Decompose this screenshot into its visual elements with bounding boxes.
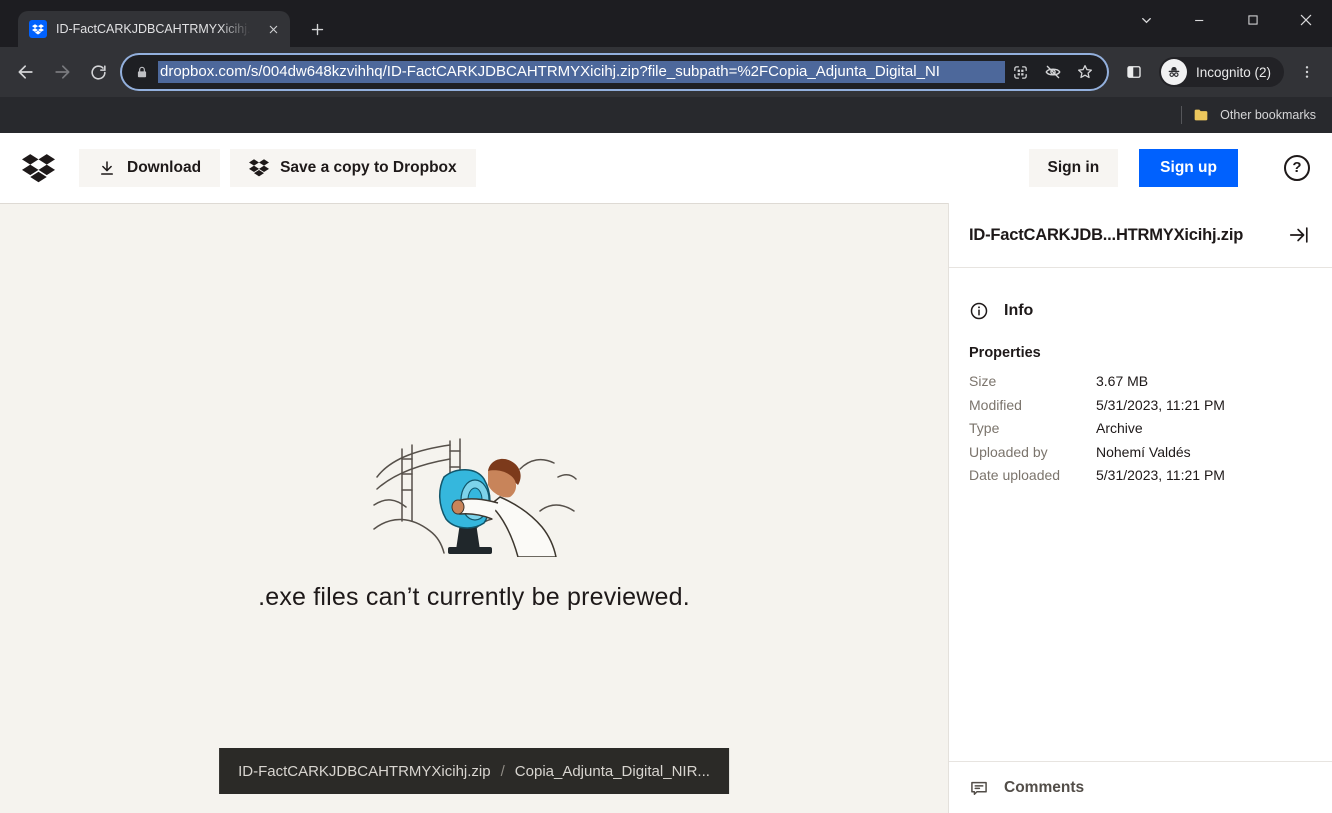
- property-row-modified: Modified 5/31/2023, 11:21 PM: [969, 394, 1312, 418]
- qr-code-icon[interactable]: [1005, 57, 1037, 87]
- new-tab-button[interactable]: [302, 14, 332, 44]
- dropbox-glyph-icon: [249, 159, 269, 177]
- property-row-type: Type Archive: [969, 417, 1312, 441]
- help-button[interactable]: ?: [1284, 155, 1310, 181]
- eye-off-icon[interactable]: [1037, 57, 1069, 87]
- info-heading: Info: [969, 301, 1312, 321]
- bookmarks-bar: Other bookmarks: [0, 97, 1332, 133]
- preview-illustration: [372, 419, 577, 557]
- reload-button[interactable]: [80, 54, 116, 90]
- file-preview-pane: .exe files can’t currently be previewed.…: [0, 203, 948, 813]
- window-controls: [1120, 0, 1332, 40]
- breadcrumb-file[interactable]: ID-FactCARKJDBCAHTRMYXicihj.zip: [238, 763, 491, 780]
- comments-label: Comments: [1004, 779, 1084, 797]
- browser-toolbar: dropbox.com/s/004dw648kzvihhq/ID-FactCAR…: [0, 47, 1332, 97]
- breadcrumb: ID-FactCARKJDBCAHTRMYXicihj.zip / Copia_…: [219, 748, 729, 794]
- comments-section[interactable]: Comments: [949, 761, 1332, 813]
- incognito-icon: [1161, 59, 1187, 85]
- info-section: Info Properties Size 3.67 MB Modified 5/…: [949, 268, 1332, 761]
- property-row-size: Size 3.67 MB: [969, 370, 1312, 394]
- property-row-uploaded-by: Uploaded by Nohemí Valdés: [969, 441, 1312, 465]
- properties-title: Properties: [969, 345, 1312, 361]
- property-row-date-uploaded: Date uploaded 5/31/2023, 11:21 PM: [969, 464, 1312, 488]
- lock-icon: [135, 65, 149, 79]
- main-content: .exe files can’t currently be previewed.…: [0, 203, 1332, 813]
- other-bookmarks-label[interactable]: Other bookmarks: [1220, 108, 1316, 122]
- tab-close-icon[interactable]: [264, 20, 282, 38]
- browser-tab[interactable]: ID-FactCARKJDBCAHTRMYXicihj.zip: [18, 11, 290, 47]
- sidebar-file-name: ID-FactCARKJDB...HTRMYXicihj.zip: [969, 226, 1243, 245]
- dropbox-favicon-icon: [29, 20, 47, 38]
- save-copy-button[interactable]: Save a copy to Dropbox: [230, 149, 476, 187]
- tab-strip: ID-FactCARKJDBCAHTRMYXicihj.zip: [0, 0, 1332, 47]
- url-text[interactable]: dropbox.com/s/004dw648kzvihhq/ID-FactCAR…: [158, 61, 1005, 83]
- browser-menu-icon[interactable]: [1290, 55, 1324, 89]
- download-button[interactable]: Download: [79, 149, 220, 187]
- browser-window: ID-FactCARKJDBCAHTRMYXicihj.zip: [0, 0, 1332, 813]
- back-button[interactable]: [8, 54, 44, 90]
- forward-button[interactable]: [44, 54, 80, 90]
- side-panel-icon[interactable]: [1115, 54, 1153, 90]
- incognito-badge[interactable]: Incognito (2): [1159, 57, 1284, 87]
- breadcrumb-subpath[interactable]: Copia_Adjunta_Digital_NIR...: [515, 763, 710, 780]
- sidebar-file-header: ID-FactCARKJDB...HTRMYXicihj.zip: [949, 203, 1332, 268]
- bookmarks-divider: [1181, 106, 1182, 124]
- breadcrumb-separator: /: [501, 763, 505, 780]
- comments-icon: [969, 778, 989, 798]
- maximize-button[interactable]: [1226, 0, 1279, 40]
- close-window-button[interactable]: [1279, 0, 1332, 40]
- dropbox-header: Download Save a copy to Dropbox Sign in …: [0, 133, 1332, 203]
- preview-message: .exe files can’t currently be previewed.: [258, 583, 690, 612]
- bookmark-star-icon[interactable]: [1069, 57, 1101, 87]
- info-sidebar: ID-FactCARKJDB...HTRMYXicihj.zip Info Pr…: [948, 203, 1332, 813]
- info-title: Info: [1004, 302, 1033, 320]
- sign-in-button[interactable]: Sign in: [1029, 149, 1119, 187]
- collapse-panel-icon[interactable]: [1286, 222, 1312, 248]
- tab-search-chevron-icon[interactable]: [1120, 0, 1173, 40]
- url-bar[interactable]: dropbox.com/s/004dw648kzvihhq/ID-FactCAR…: [122, 55, 1107, 89]
- sign-up-button[interactable]: Sign up: [1139, 149, 1238, 187]
- folder-icon: [1193, 107, 1209, 123]
- dropbox-logo-icon[interactable]: [22, 154, 55, 183]
- download-icon: [98, 159, 116, 177]
- info-icon: [969, 301, 989, 321]
- minimize-button[interactable]: [1173, 0, 1226, 40]
- tab-title: ID-FactCARKJDBCAHTRMYXicihj.zip: [56, 22, 255, 36]
- incognito-label: Incognito (2): [1196, 65, 1271, 80]
